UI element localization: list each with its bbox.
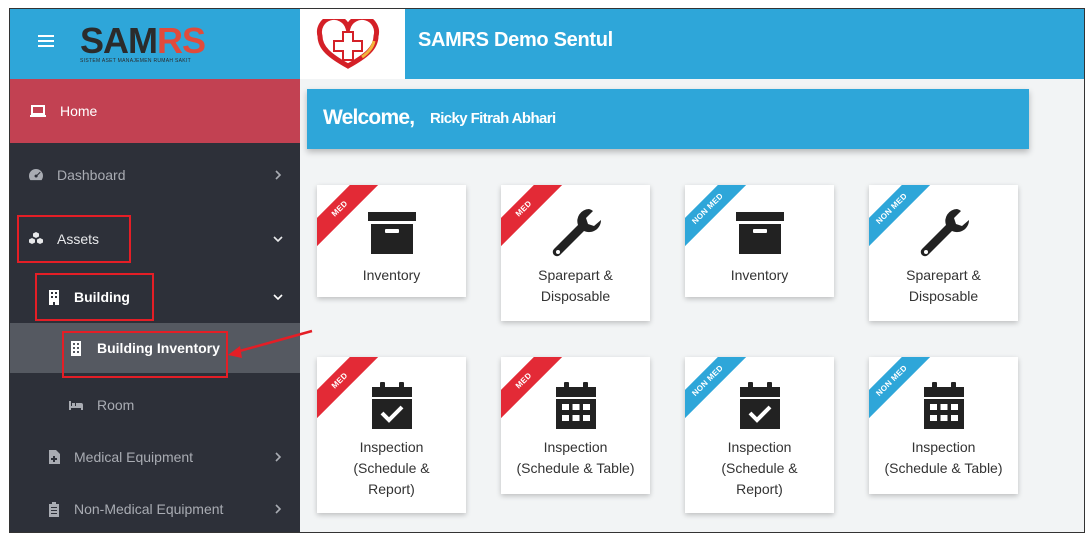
gauge-icon <box>29 169 43 181</box>
calendar-grid-icon <box>923 382 965 435</box>
highlight-box-building <box>35 273 154 321</box>
welcome-user-name: Ricky Fitrah Abhari <box>430 110 556 127</box>
module-card[interactable]: NON MED Sparepart & Disposable <box>869 185 1018 321</box>
medical-file-icon <box>49 450 60 464</box>
calendar-check-icon <box>371 382 413 435</box>
card-label: Inspection (Schedule & Table) <box>501 437 650 479</box>
chevron-down-icon <box>273 236 283 243</box>
card-label-line: Disposable <box>908 288 979 304</box>
card-label-line: (Schedule & <box>721 460 798 476</box>
module-card[interactable]: NON MED Inventory <box>685 185 834 297</box>
logo-main: SAM <box>80 20 158 61</box>
card-label-line: (Schedule & Table) <box>516 460 635 476</box>
app-window: SAMRS SISTEM ASET MANAJEMEN RUMAH SAKIT … <box>9 8 1085 533</box>
module-card[interactable]: MED Inspection (Schedule & Report) <box>317 357 466 513</box>
card-label: Sparepart & Disposable <box>501 265 650 307</box>
module-card[interactable]: MED Inventory <box>317 185 466 297</box>
laptop-icon <box>30 105 46 117</box>
welcome-banner: Welcome, Ricky Fitrah Abhari <box>307 89 1029 149</box>
hospital-logo[interactable] <box>300 9 405 79</box>
highlight-box-building-inventory <box>62 331 228 378</box>
card-label: Inspection (Schedule & Report) <box>317 437 466 500</box>
card-label: Sparepart & Disposable <box>869 265 1018 307</box>
card-label-line: (Schedule & Table) <box>884 460 1003 476</box>
sidebar-item-home[interactable]: Home <box>10 79 300 143</box>
card-label-line: Inspection <box>359 439 424 455</box>
top-bar: SAMRS Demo Sentul <box>300 9 1084 79</box>
card-label-line: Inventory <box>730 267 789 283</box>
card-label-line: Inspection <box>543 439 608 455</box>
card-label: Inspection (Schedule & Report) <box>685 437 834 500</box>
card-label-line: (Schedule & <box>353 460 430 476</box>
wrench-icon <box>549 207 603 264</box>
welcome-greeting: Welcome, <box>323 106 415 129</box>
annotation-arrow-icon <box>228 329 313 358</box>
card-label-line: Report) <box>368 481 415 497</box>
card-label-line: Disposable <box>540 288 611 304</box>
card-label-line: Inspection <box>727 439 792 455</box>
sidebar-item-non-medical-equipment[interactable]: Non-Medical Equipment <box>10 477 300 532</box>
sidebar-item-label: Home <box>60 103 98 119</box>
calendar-check-icon <box>739 382 781 435</box>
module-card[interactable]: MED Inspection (Schedule & Table) <box>501 357 650 494</box>
sidebar-item-label: Dashboard <box>57 167 126 183</box>
card-label-line: Sparepart & <box>906 267 981 283</box>
card-label: Inventory <box>685 265 834 286</box>
archive-box-icon <box>367 210 417 261</box>
bed-icon <box>69 401 83 410</box>
clipboard-icon <box>49 502 59 517</box>
calendar-grid-icon <box>555 382 597 435</box>
sidebar-item-label: Non-Medical Equipment <box>74 501 224 517</box>
module-card[interactable]: NON MED Inspection (Schedule & Table) <box>869 357 1018 494</box>
brand-header: SAMRS SISTEM ASET MANAJEMEN RUMAH SAKIT <box>10 9 300 79</box>
archive-box-icon <box>735 210 785 261</box>
sidebar-item-dashboard[interactable]: Dashboard <box>10 143 300 207</box>
chevron-right-icon <box>275 504 282 514</box>
module-card[interactable]: NON MED Inspection (Schedule & Report) <box>685 357 834 513</box>
card-label-line: Sparepart & <box>538 267 613 283</box>
highlight-box-assets <box>17 215 131 263</box>
hamburger-menu-icon[interactable] <box>38 35 54 47</box>
samrs-logo[interactable]: SAMRS SISTEM ASET MANAJEMEN RUMAH SAKIT <box>80 23 220 65</box>
card-label-line: Inspection <box>911 439 976 455</box>
chevron-right-icon <box>275 170 282 180</box>
sidebar-item-label: Medical Equipment <box>74 449 194 465</box>
wrench-icon <box>917 207 971 264</box>
card-label-line: Report) <box>736 481 783 497</box>
module-card[interactable]: MED Sparepart & Disposable <box>501 185 650 321</box>
chevron-down-icon <box>273 294 283 301</box>
card-label: Inventory <box>317 265 466 286</box>
sidebar-item-label: Room <box>97 397 135 413</box>
chevron-right-icon <box>275 452 282 462</box>
app-title: SAMRS Demo Sentul <box>418 29 613 51</box>
card-label: Inspection (Schedule & Table) <box>869 437 1018 479</box>
hospital-cross-logo-icon <box>316 19 380 69</box>
card-label-line: Inventory <box>362 267 421 283</box>
logo-accent: RS <box>157 20 206 61</box>
sidebar: SAMRS SISTEM ASET MANAJEMEN RUMAH SAKIT … <box>10 9 300 532</box>
